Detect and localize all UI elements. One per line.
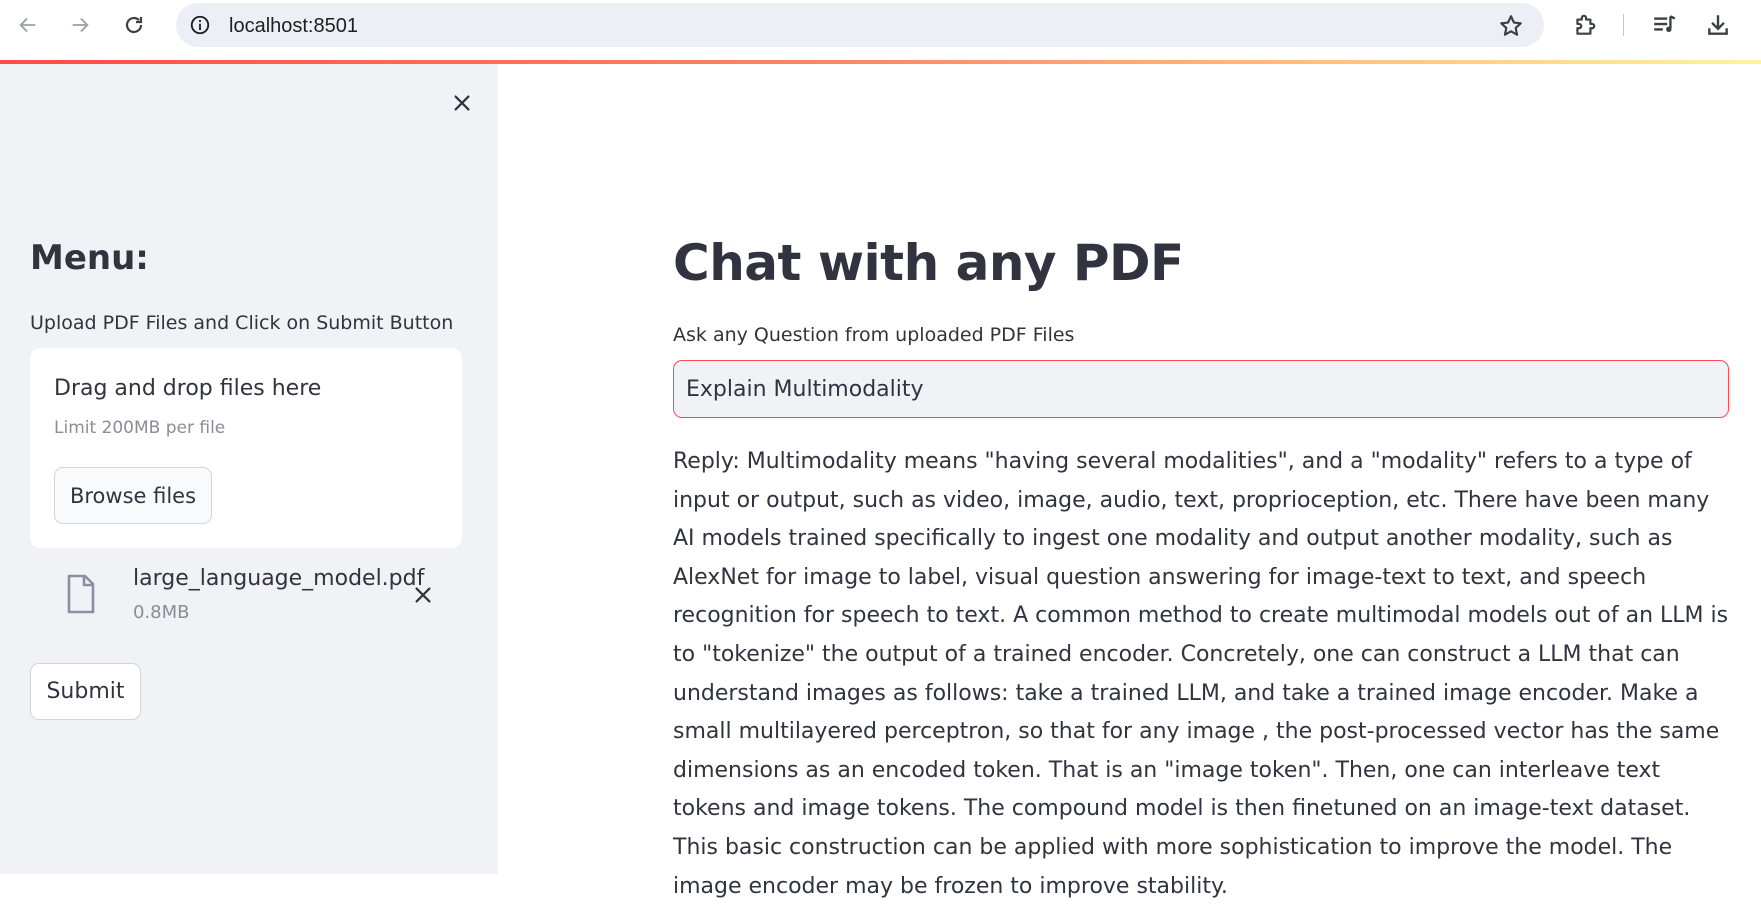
uploaded-file-name: large_language_model.pdf [133, 566, 425, 591]
main-content: Chat with any PDF Ask any Question from … [498, 64, 1761, 899]
dropzone-title: Drag and drop files here [54, 376, 322, 401]
address-bar[interactable]: localhost:8501 [176, 3, 1544, 47]
sidebar: Menu: Upload PDF Files and Click on Subm… [0, 64, 498, 874]
file-icon [66, 574, 96, 614]
sidebar-heading: Menu: [30, 238, 149, 278]
download-icon[interactable] [1703, 10, 1733, 40]
submit-button[interactable]: Submit [30, 663, 141, 720]
media-control-icon[interactable] [1650, 10, 1680, 40]
question-label: Ask any Question from uploaded PDF Files [673, 324, 1075, 346]
site-info-icon[interactable] [188, 13, 212, 37]
file-dropzone[interactable]: Drag and drop files here Limit 200MB per… [30, 348, 462, 548]
remove-file-icon[interactable] [408, 580, 438, 610]
browse-files-button[interactable]: Browse files [54, 467, 212, 524]
uploaded-file-size: 0.8MB [133, 602, 190, 623]
close-icon[interactable] [447, 88, 477, 118]
uploaded-file-item: large_language_model.pdf 0.8MB [30, 564, 462, 644]
dropzone-limit: Limit 200MB per file [54, 418, 226, 438]
browser-toolbar: localhost:8501 [0, 0, 1761, 60]
back-arrow-icon[interactable] [13, 10, 43, 40]
page-title: Chat with any PDF [673, 234, 1184, 292]
star-icon[interactable] [1498, 13, 1524, 39]
puzzle-icon[interactable] [1570, 10, 1600, 40]
reply-text: Reply: Multimodality means "having sever… [673, 449, 1729, 899]
question-input[interactable] [673, 360, 1729, 418]
forward-arrow-icon[interactable] [65, 10, 95, 40]
reload-icon[interactable] [119, 10, 149, 40]
toolbar-divider [1623, 14, 1624, 36]
upload-label: Upload PDF Files and Click on Submit But… [30, 312, 454, 334]
url-text[interactable]: localhost:8501 [229, 15, 358, 38]
